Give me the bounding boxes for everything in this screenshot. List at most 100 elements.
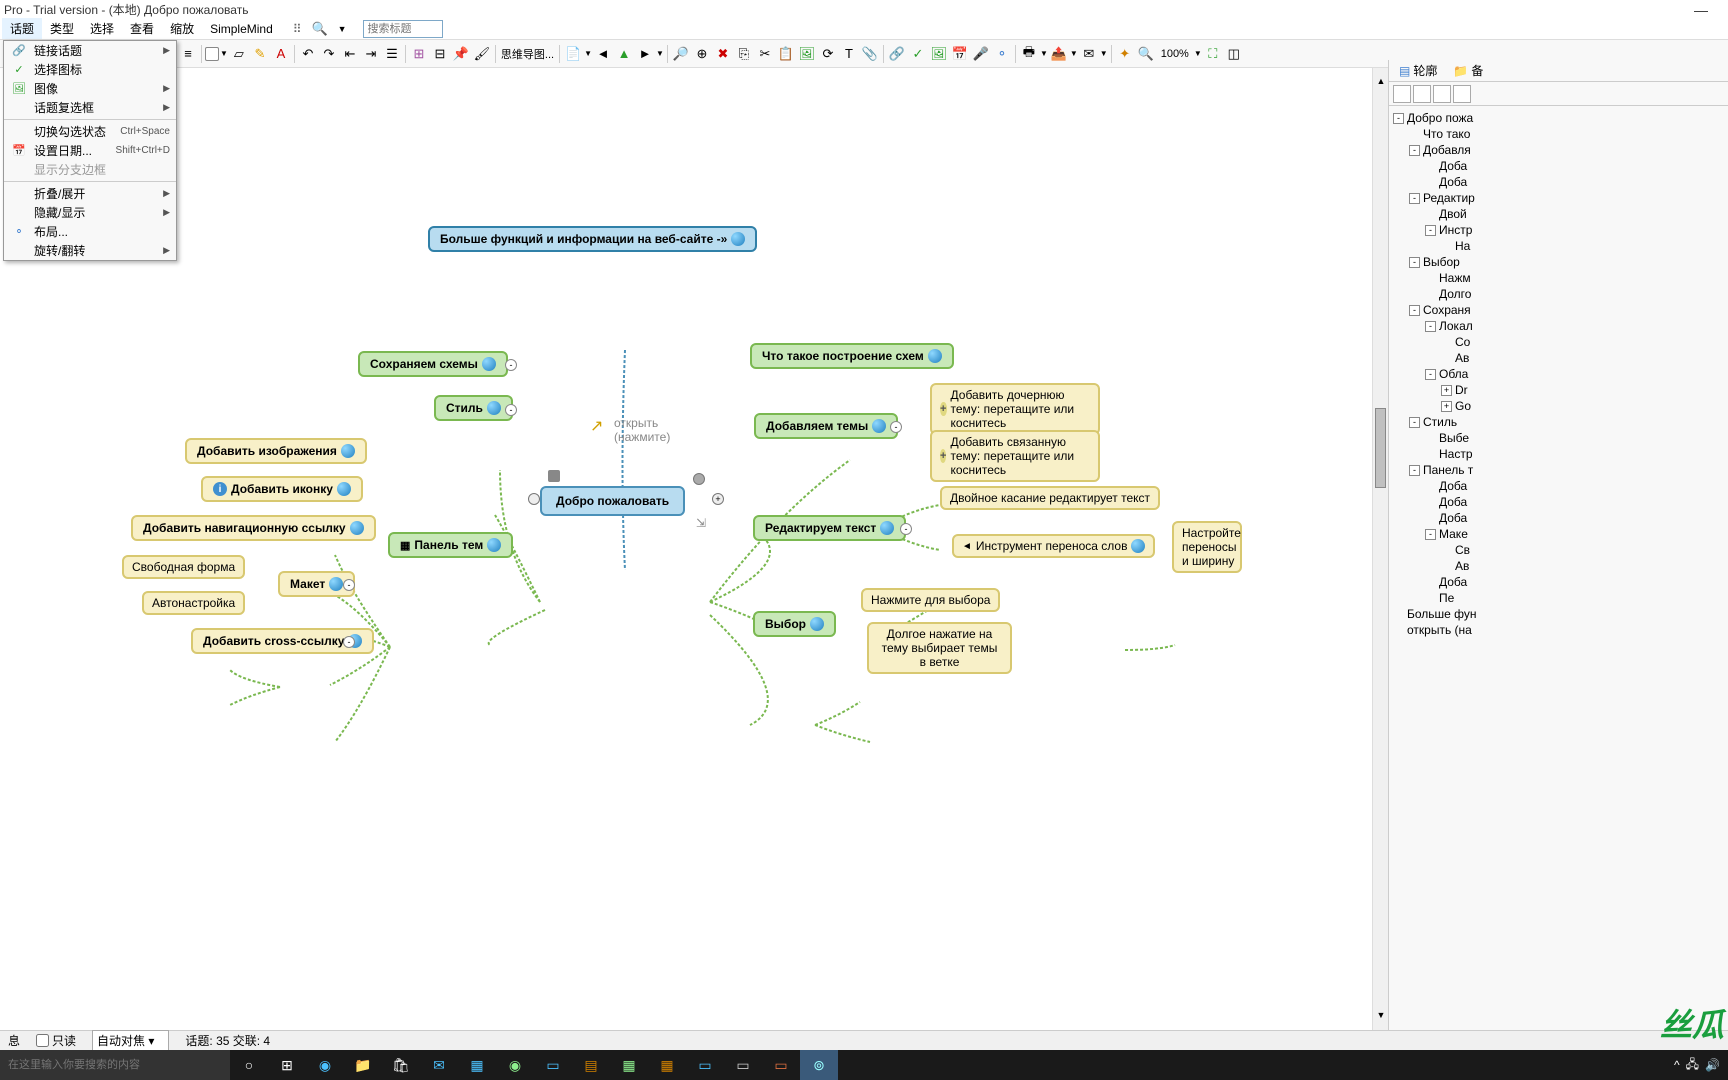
outline-item[interactable]: -Инстр xyxy=(1393,222,1724,238)
readonly-checkbox[interactable]: 只读 xyxy=(36,1032,76,1049)
outline-item[interactable]: Ав xyxy=(1393,350,1724,366)
left-handle-icon[interactable] xyxy=(528,493,540,505)
compass-icon[interactable]: ✦ xyxy=(1115,44,1135,64)
node-add-images[interactable]: Добавить изображения xyxy=(185,438,367,464)
mail-icon[interactable]: ✉ xyxy=(420,1050,458,1080)
fullscreen-icon[interactable]: ⛶ xyxy=(1203,44,1223,64)
store-icon[interactable]: 🛍 xyxy=(382,1050,420,1080)
dm-link-topic[interactable]: 🔗链接话题▶ xyxy=(4,41,176,60)
redo-icon[interactable]: ↷ xyxy=(319,44,339,64)
node-wrap-config[interactable]: Настройте переносы и ширину xyxy=(1172,521,1242,573)
outline-item[interactable]: -Выбор xyxy=(1393,254,1724,270)
outline-item[interactable]: -Маке xyxy=(1393,526,1724,542)
node-edit-text[interactable]: Редактируем текст xyxy=(753,515,906,541)
search-icon[interactable]: 🔍 xyxy=(310,19,330,39)
zoom-fit-icon[interactable]: 🔍 xyxy=(1136,44,1156,64)
app1-icon[interactable]: ▦ xyxy=(458,1050,496,1080)
node-what-is[interactable]: Что такое построение схем xyxy=(750,343,954,369)
outline-item[interactable]: Доба xyxy=(1393,574,1724,590)
outline-item[interactable]: -Сохраня xyxy=(1393,302,1724,318)
copy-icon[interactable]: ⎘ xyxy=(734,44,754,64)
dm-image[interactable]: 🖼图像▶ xyxy=(4,79,176,98)
grid-icon[interactable]: ⊞ xyxy=(409,44,429,64)
node-selection[interactable]: Выбор xyxy=(753,611,836,637)
app8-icon[interactable]: ▭ xyxy=(724,1050,762,1080)
undo-icon[interactable]: ↶ xyxy=(298,44,318,64)
image-icon[interactable]: 🖼 xyxy=(797,44,817,64)
outline-item[interactable]: Доба xyxy=(1393,174,1724,190)
sp-btn-3[interactable] xyxy=(1433,85,1451,103)
dm-select-icon[interactable]: ✓选择图标 xyxy=(4,60,176,79)
node-center[interactable]: Добро пожаловать xyxy=(540,486,685,516)
merge-icon[interactable]: ⊟ xyxy=(430,44,450,64)
doc-icon[interactable]: 📄 xyxy=(563,44,583,64)
menu-simplemind[interactable]: SimpleMind xyxy=(202,20,281,38)
node-add-child[interactable]: +Добавить дочернюю тему: перетащите или … xyxy=(930,383,1100,435)
check-icon[interactable]: ✓ xyxy=(908,44,928,64)
attach-icon[interactable]: 📎 xyxy=(860,44,880,64)
voice-icon[interactable]: 🎤 xyxy=(971,44,991,64)
menu-type[interactable]: 类型 xyxy=(42,18,82,39)
tab-other[interactable]: 📁备 xyxy=(1447,60,1489,81)
outline-item[interactable]: Долго xyxy=(1393,286,1724,302)
arrow-left-icon[interactable]: ◄ xyxy=(593,44,613,64)
menu-zoom[interactable]: 缩放 xyxy=(162,18,202,39)
outline-item[interactable]: -Редактир xyxy=(1393,190,1724,206)
handle-icon[interactable] xyxy=(693,473,705,485)
node-save-schemes[interactable]: Сохраняем схемы xyxy=(358,351,508,377)
explorer-icon[interactable]: 📁 xyxy=(344,1050,382,1080)
outline-item[interactable]: Ав xyxy=(1393,558,1724,574)
app6-icon[interactable]: ▦ xyxy=(648,1050,686,1080)
outline-item[interactable]: Пе xyxy=(1393,590,1724,606)
note-icon[interactable] xyxy=(548,470,560,482)
cut-icon[interactable]: ✂ xyxy=(755,44,775,64)
node-add-related[interactable]: +Добавить связанную тему: перетащите или… xyxy=(930,430,1100,482)
system-tray[interactable]: ^ 🖧 🔊 xyxy=(1674,1055,1728,1076)
node-add-icon[interactable]: iДобавить иконку xyxy=(201,476,363,502)
app2-icon[interactable]: ◉ xyxy=(496,1050,534,1080)
app5-icon[interactable]: ▦ xyxy=(610,1050,648,1080)
sp-btn-4[interactable] xyxy=(1453,85,1471,103)
node-click-select[interactable]: Нажмите для выбора xyxy=(861,588,1000,612)
image2-icon[interactable]: 🖼 xyxy=(929,44,949,64)
sp-btn-1[interactable] xyxy=(1393,85,1411,103)
export-icon[interactable]: 📤 xyxy=(1049,44,1069,64)
outline-item[interactable]: Нажм xyxy=(1393,270,1724,286)
search2-icon[interactable]: 🔎 xyxy=(671,44,691,64)
collapse-icon[interactable]: - xyxy=(900,523,912,535)
mindmap-canvas[interactable]: Больше функций и информации на веб-сайте… xyxy=(0,68,1388,1032)
outline-item[interactable]: +Go xyxy=(1393,398,1724,414)
app3-icon[interactable]: ▭ xyxy=(534,1050,572,1080)
outline-item[interactable]: -Стиль xyxy=(1393,414,1724,430)
cortana-icon[interactable]: ○ xyxy=(230,1050,268,1080)
sp-btn-2[interactable] xyxy=(1413,85,1431,103)
outline-item[interactable]: Доба xyxy=(1393,478,1724,494)
zoom-level[interactable]: 100% xyxy=(1157,48,1193,60)
border-color-icon[interactable]: ▱ xyxy=(229,44,249,64)
outline-item[interactable]: Выбе xyxy=(1393,430,1724,446)
line-style-icon[interactable]: ≡ xyxy=(178,44,198,64)
tray-network-icon[interactable]: 🖧 xyxy=(1686,1055,1699,1076)
outline-item[interactable]: -Добавля xyxy=(1393,142,1724,158)
outline-item[interactable]: Больше фун xyxy=(1393,606,1724,622)
edge-icon[interactable]: ◉ xyxy=(306,1050,344,1080)
menu-select[interactable]: 选择 xyxy=(82,18,122,39)
outline-item[interactable]: На xyxy=(1393,238,1724,254)
outline-item[interactable]: Доба xyxy=(1393,494,1724,510)
node-style[interactable]: Стиль xyxy=(434,395,513,421)
outline-item[interactable]: -Панель т xyxy=(1393,462,1724,478)
dm-rotate[interactable]: 旋转/翻转▶ xyxy=(4,241,176,260)
node-double-tap[interactable]: Двойное касание редактирует текст xyxy=(940,486,1160,510)
tab-outline[interactable]: ▤轮廓 xyxy=(1393,60,1443,81)
zoom-in-icon[interactable]: ⊕ xyxy=(692,44,712,64)
outline-item[interactable]: Доба xyxy=(1393,510,1724,526)
app9-icon[interactable]: ▭ xyxy=(762,1050,800,1080)
outline-item[interactable]: -Обла xyxy=(1393,366,1724,382)
outline-item[interactable]: Что тако xyxy=(1393,126,1724,142)
collapse-icon[interactable]: - xyxy=(505,359,517,371)
dm-toggle-check[interactable]: 切换勾选状态Ctrl+Space xyxy=(4,122,176,141)
text-color-icon[interactable]: A xyxy=(271,44,291,64)
outline-item[interactable]: Доба xyxy=(1393,158,1724,174)
dm-checkbox[interactable]: 话题复选框▶ xyxy=(4,98,176,117)
app7-icon[interactable]: ▭ xyxy=(686,1050,724,1080)
